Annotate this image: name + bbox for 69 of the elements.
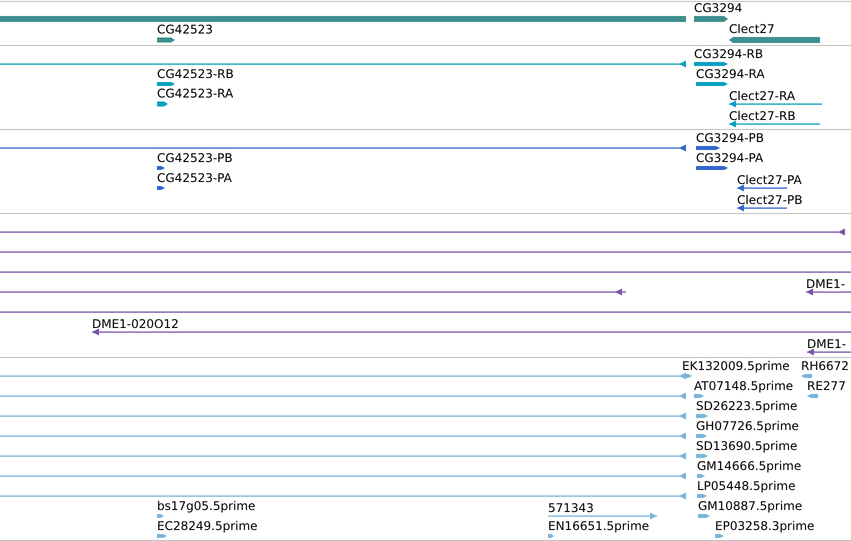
feature-label: Clect27-RA — [729, 89, 796, 103]
arrow-bar[interactable] — [696, 166, 728, 170]
arrow-line[interactable] — [737, 184, 787, 192]
arrow-bar[interactable] — [684, 374, 692, 378]
feature-label: CG42523-RB — [157, 67, 234, 81]
arrow-line[interactable] — [737, 204, 787, 212]
feature-label: EP03258.3prime — [715, 519, 814, 533]
arrow-bar[interactable] — [157, 38, 175, 42]
arrow-bar[interactable] — [696, 454, 708, 458]
feature-label: DME1- — [807, 337, 846, 351]
feature-label: CG42523-PB — [157, 151, 233, 165]
arrow-bar[interactable] — [157, 514, 164, 518]
arrow-bar[interactable] — [157, 102, 168, 106]
arrow-line[interactable] — [729, 100, 822, 108]
feature-label: CG3294 — [694, 1, 742, 15]
feature-label: 571343 — [548, 501, 594, 515]
arrow-bar[interactable] — [157, 166, 165, 170]
feature-label: EN16651.5prime — [548, 519, 650, 533]
feature-label: RE277 — [807, 379, 846, 393]
feature-label: CG42523 — [157, 22, 213, 36]
arrow-bar[interactable] — [694, 394, 704, 398]
arrow-bar[interactable] — [157, 186, 165, 190]
feature-label: CG42523-PA — [157, 171, 232, 185]
feature-label: AT07148.5prime — [694, 379, 794, 393]
feature-label: EK132009.5prime — [682, 359, 790, 373]
arrow-line[interactable] — [0, 288, 626, 296]
arrow-bar[interactable] — [729, 37, 820, 43]
arrow-line[interactable] — [0, 60, 686, 68]
feature-label: bs17g05.5prime — [157, 499, 256, 513]
arrow-bar[interactable] — [694, 62, 728, 66]
arrow-line[interactable] — [807, 348, 851, 356]
feature-label: GH07726.5prime — [696, 419, 799, 433]
feature-label: CG3294-PA — [696, 151, 764, 165]
arrow-line[interactable] — [729, 120, 820, 128]
arrow-bar[interactable] — [715, 534, 724, 538]
arrow-bar[interactable] — [697, 494, 707, 498]
feature-label: Clect27 — [729, 22, 775, 36]
arrow-line[interactable] — [0, 144, 686, 152]
feature-label: CG3294-RB — [694, 47, 764, 61]
arrow-line[interactable] — [0, 228, 845, 236]
feature-label: CG3294-PB — [696, 131, 764, 145]
feature-label: RH6672 — [801, 359, 849, 373]
arrow-bar[interactable] — [694, 16, 728, 22]
feature-label: GM10887.5prime — [698, 499, 802, 513]
arrow-bar[interactable] — [697, 474, 705, 478]
arrow-bar[interactable] — [696, 414, 708, 418]
feature-label: Clect27-RB — [729, 109, 796, 123]
feature-label: LP05448.5prime — [697, 479, 796, 493]
arrow-line[interactable] — [92, 328, 851, 336]
arrow-bar[interactable] — [548, 534, 554, 538]
feature-label: Clect27-PA — [737, 173, 802, 187]
arrow-bar[interactable] — [807, 394, 818, 398]
arrow-bar[interactable] — [698, 514, 710, 518]
arrow-bar[interactable] — [157, 534, 167, 538]
feature-label: SD26223.5prime — [696, 399, 798, 413]
feature-label: SD13690.5prime — [696, 439, 798, 453]
arrow-bar[interactable] — [696, 434, 707, 438]
feature-label: DME1- — [806, 277, 846, 291]
arrow-bar[interactable] — [801, 374, 812, 378]
feature-label: CG3294-RA — [696, 67, 765, 81]
arrow-bar[interactable] — [157, 82, 175, 86]
arrow-bar[interactable] — [696, 146, 720, 150]
feature-label: DME1-020O12 — [92, 317, 179, 331]
feature-label: Clect27-PB — [737, 193, 802, 207]
feature-label: GM14666.5prime — [697, 459, 802, 473]
feature-label: EC28249.5prime — [157, 519, 258, 533]
arrow-line[interactable] — [806, 288, 851, 296]
arrow-bar[interactable] — [696, 82, 728, 86]
feature-label: CG42523-RA — [157, 86, 234, 100]
